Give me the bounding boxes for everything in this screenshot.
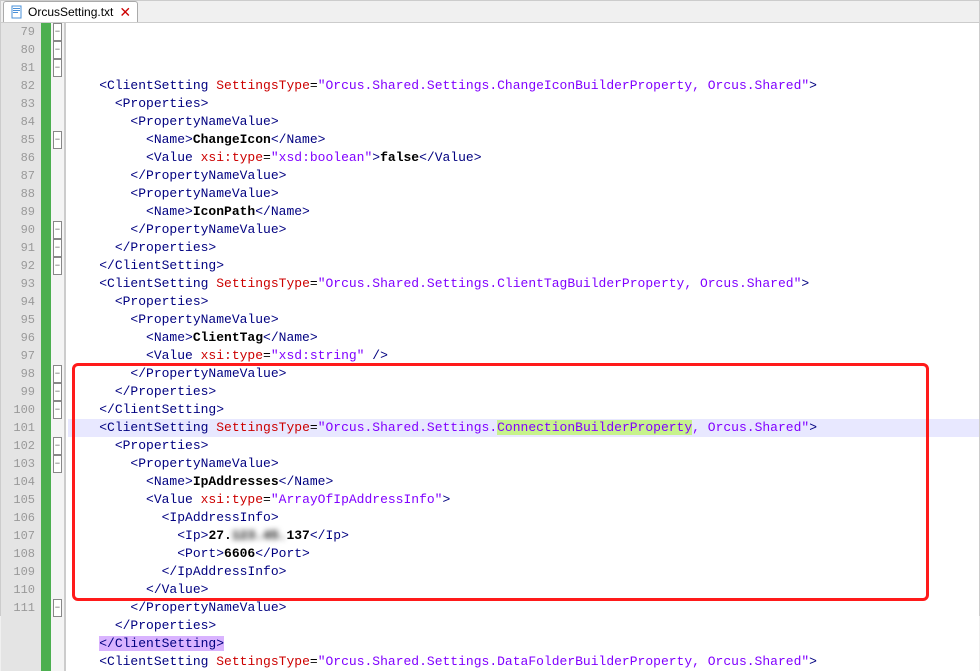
code-line: </Properties> bbox=[68, 617, 979, 635]
gutter: 7980818283848586878889909192939495969798… bbox=[1, 23, 66, 671]
code-line: <ClientSetting SettingsType="Orcus.Share… bbox=[68, 77, 979, 95]
code-line: </Properties> bbox=[68, 383, 979, 401]
code-line: </Value> bbox=[68, 581, 979, 599]
code-line: <Properties> bbox=[68, 437, 979, 455]
change-markers bbox=[41, 23, 51, 671]
code-line: </PropertyNameValue> bbox=[68, 221, 979, 239]
code-line: </ClientSetting> bbox=[68, 401, 979, 419]
code-line: <IpAddressInfo> bbox=[68, 509, 979, 527]
tab-filename: OrcusSetting.txt bbox=[28, 5, 113, 19]
fold-toggle[interactable]: − bbox=[53, 257, 62, 275]
code-line: <PropertyNameValue> bbox=[68, 311, 979, 329]
code-line: </Properties> bbox=[68, 239, 979, 257]
fold-column: −−−−−−−−−−−−− bbox=[51, 23, 65, 671]
fold-toggle[interactable]: − bbox=[53, 239, 62, 257]
file-tab[interactable]: OrcusSetting.txt ✕ bbox=[3, 1, 138, 22]
code-line: <PropertyNameValue> bbox=[68, 455, 979, 473]
fold-toggle[interactable]: − bbox=[53, 41, 62, 59]
fold-toggle[interactable]: − bbox=[53, 131, 62, 149]
editor-window: OrcusSetting.txt ✕ 798081828384858687888… bbox=[0, 0, 980, 616]
fold-toggle[interactable]: − bbox=[53, 59, 62, 77]
code-line: <ClientSetting SettingsType="Orcus.Share… bbox=[68, 419, 979, 437]
code-line: <PropertyNameValue> bbox=[68, 185, 979, 203]
file-icon bbox=[10, 5, 24, 19]
tab-bar: OrcusSetting.txt ✕ bbox=[1, 1, 979, 23]
code-line: <PropertyNameValue> bbox=[68, 113, 979, 131]
code-line: <Name>IpAddresses</Name> bbox=[68, 473, 979, 491]
fold-toggle[interactable]: − bbox=[53, 401, 62, 419]
code-line: </PropertyNameValue> bbox=[68, 167, 979, 185]
code-line: <ClientSetting SettingsType="Orcus.Share… bbox=[68, 653, 979, 671]
code-line: </PropertyNameValue> bbox=[68, 599, 979, 617]
code-line: <Name>IconPath</Name> bbox=[68, 203, 979, 221]
code-line: </IpAddressInfo> bbox=[68, 563, 979, 581]
fold-toggle[interactable]: − bbox=[53, 221, 62, 239]
code-line: <Ip>27.123.45.137</Ip> bbox=[68, 527, 979, 545]
code-line: </ClientSetting> bbox=[68, 635, 979, 653]
close-icon[interactable]: ✕ bbox=[119, 5, 131, 19]
code-line: <Name>ClientTag</Name> bbox=[68, 329, 979, 347]
code-line: <Name>ChangeIcon</Name> bbox=[68, 131, 979, 149]
code-line: <Value xsi:type="xsd:string" /> bbox=[68, 347, 979, 365]
code-area[interactable]: <ClientSetting SettingsType="Orcus.Share… bbox=[66, 23, 979, 671]
fold-toggle[interactable]: − bbox=[53, 23, 62, 41]
code-line: <Value xsi:type="xsd:boolean">false</Val… bbox=[68, 149, 979, 167]
code-line: <Port>6606</Port> bbox=[68, 545, 979, 563]
fold-toggle[interactable]: − bbox=[53, 455, 62, 473]
fold-toggle[interactable]: − bbox=[53, 599, 62, 617]
fold-toggle[interactable]: − bbox=[53, 437, 62, 455]
fold-toggle[interactable]: − bbox=[53, 365, 62, 383]
code-line: <Properties> bbox=[68, 95, 979, 113]
code-line: <ClientSetting SettingsType="Orcus.Share… bbox=[68, 275, 979, 293]
code-line: <Value xsi:type="ArrayOfIpAddressInfo"> bbox=[68, 491, 979, 509]
editor-area: 7980818283848586878889909192939495969798… bbox=[1, 23, 979, 671]
code-line: </ClientSetting> bbox=[68, 257, 979, 275]
code-line: <Properties> bbox=[68, 293, 979, 311]
code-line: </PropertyNameValue> bbox=[68, 365, 979, 383]
line-numbers: 7980818283848586878889909192939495969798… bbox=[1, 23, 41, 671]
fold-toggle[interactable]: − bbox=[53, 383, 62, 401]
